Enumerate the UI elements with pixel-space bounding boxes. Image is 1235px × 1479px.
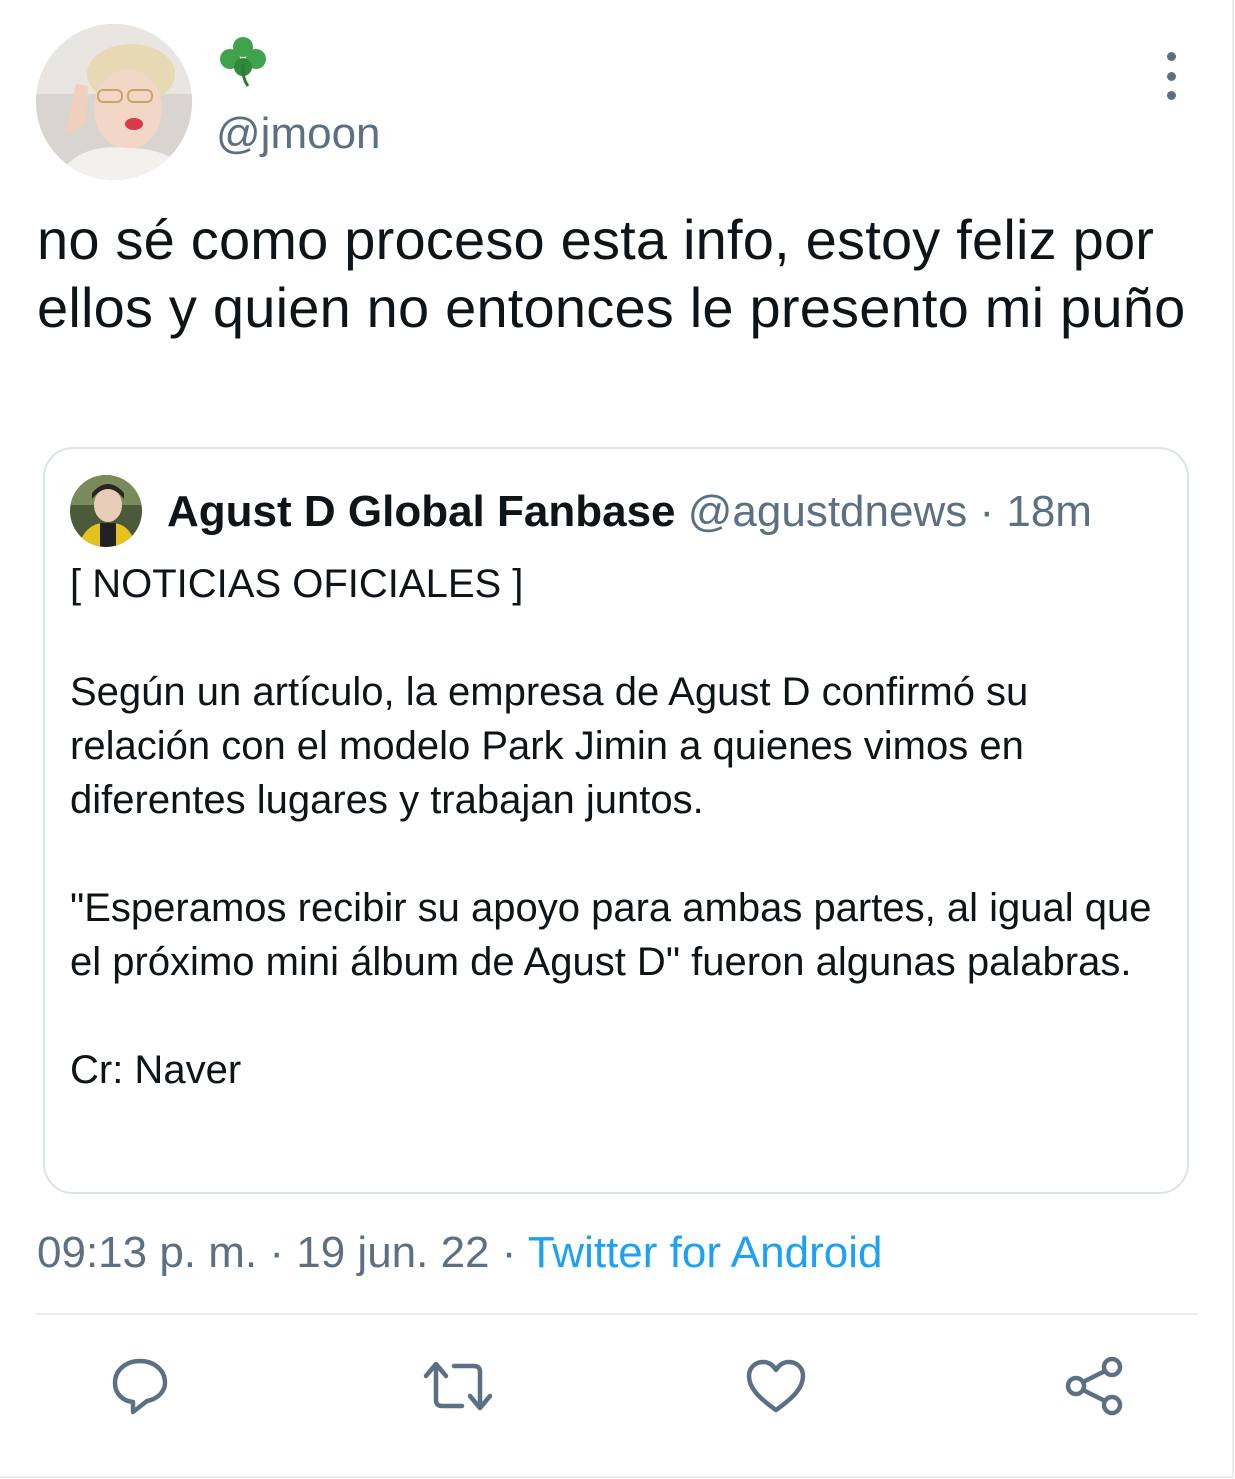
quoted-paragraph: [ NOTICIAS OFICIALES ]: [70, 562, 524, 606]
divider: [36, 1313, 1198, 1315]
quoted-tweet-header: Agust D Global Fanbase @agustdnews · 18m: [167, 485, 1092, 539]
tweet-detail-view: @jmoon no sé como proceso esta info, est…: [0, 0, 1234, 1478]
reply-button[interactable]: [104, 1350, 176, 1422]
author-handle[interactable]: @jmoon: [216, 108, 381, 160]
quoted-avatar-image: [70, 475, 142, 547]
tweet-text: no sé como proceso esta info, estoy feli…: [37, 208, 1186, 339]
quoted-paragraph: Cr: Naver: [70, 1048, 242, 1092]
meta-separator: ·: [257, 1228, 297, 1277]
reply-icon: [112, 1358, 168, 1415]
quoted-time: 18m: [1006, 487, 1092, 536]
meta-separator: ·: [489, 1228, 528, 1277]
more-dot: [1166, 71, 1176, 81]
quoted-paragraph: "Esperamos recibir su apoyo para ambas p…: [70, 886, 1152, 984]
tweet-meta: 09:13 p. m. · 19 jun. 22 · Twitter for A…: [37, 1226, 882, 1280]
quoted-paragraph: Según un artículo, la empresa de Agust D…: [70, 670, 1029, 822]
quoted-tweet-text: [ NOTICIAS OFICIALES ] Según un artículo…: [70, 557, 1160, 1097]
quoted-tweet-card[interactable]: Agust D Global Fanbase @agustdnews · 18m…: [43, 447, 1189, 1194]
retweet-icon: [423, 1361, 493, 1411]
tweet-date: 19 jun. 22: [296, 1228, 490, 1277]
tweet-source-link[interactable]: Twitter for Android: [528, 1228, 883, 1277]
author-avatar[interactable]: [36, 24, 192, 180]
quoted-author-handle: @agustdnews: [687, 487, 968, 536]
like-icon: [746, 1359, 806, 1413]
more-dot: [1166, 52, 1176, 61]
more-options-button[interactable]: [1150, 52, 1192, 100]
quoted-separator: ·: [967, 487, 1007, 536]
display-name-clover-icon: [218, 34, 268, 88]
quoted-author-avatar[interactable]: [70, 475, 142, 547]
like-button[interactable]: [740, 1350, 812, 1422]
more-dot: [1166, 91, 1176, 100]
share-icon: [1065, 1356, 1123, 1416]
retweet-button[interactable]: [422, 1350, 494, 1422]
author-avatar-image: [36, 24, 192, 180]
share-button[interactable]: [1058, 1350, 1130, 1422]
tweet-time: 09:13 p. m.: [37, 1228, 258, 1277]
quoted-author-name: Agust D Global Fanbase: [167, 487, 676, 536]
